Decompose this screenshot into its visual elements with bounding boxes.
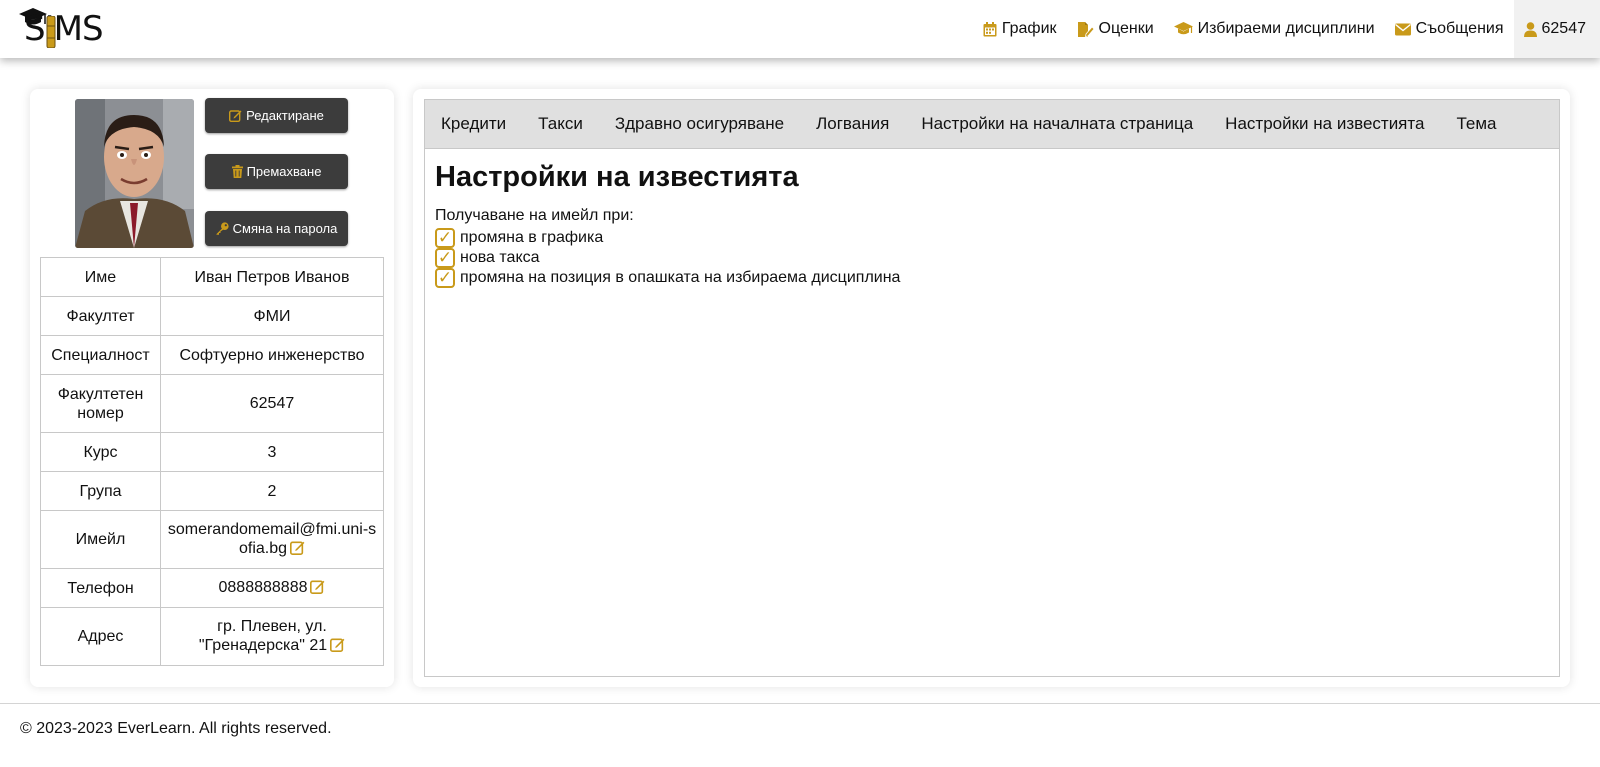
sims-logo[interactable]: SIMS xyxy=(18,6,118,48)
tab-theme[interactable]: Тема xyxy=(1440,100,1512,149)
checkbox-new-fee[interactable]: ✓ xyxy=(435,248,455,268)
phone-value: 0888888888 xyxy=(218,578,308,596)
table-row: Имейл somerandomemail@fmi.uni-sofia.bg xyxy=(40,510,384,569)
settings-card: Кредити Такси Здравно осигуряване Логван… xyxy=(413,89,1570,687)
remove-photo-button[interactable]: Премахване xyxy=(205,154,348,189)
edit-profile-button[interactable]: Редактиране xyxy=(205,98,348,133)
info-key: Специалност xyxy=(40,335,161,375)
tab-logins[interactable]: Логвания xyxy=(800,100,905,149)
option-queue-position: ✓ промяна на позиция в опашката на избир… xyxy=(435,268,1549,288)
table-row: Адрес гр. Плевен, ул. "Гренадерска" 21 xyxy=(40,607,384,666)
info-value: Софтуерно инженерство xyxy=(160,335,384,375)
option-label: промяна на позиция в опашката на избирае… xyxy=(460,269,901,286)
top-navbar: SIMS График Оценки Избираеми дисциплини … xyxy=(0,0,1600,58)
table-row: Факултетен номер 62547 xyxy=(40,374,384,433)
copyright-text: © 2023-2023 EverLearn. All rights reserv… xyxy=(20,720,332,737)
edit-icon xyxy=(229,110,242,122)
info-key: Име xyxy=(40,257,161,297)
logo-text: SIMS xyxy=(24,9,104,49)
info-key: Курс xyxy=(40,432,161,472)
info-value: 62547 xyxy=(160,374,384,433)
calendar-icon xyxy=(983,21,997,36)
nav-electives[interactable]: Избираеми дисциплини xyxy=(1164,0,1385,58)
info-key: Имейл xyxy=(40,510,161,569)
table-row: Телефон 0888888888 xyxy=(40,568,384,608)
info-value: 3 xyxy=(160,432,384,472)
nav-schedule-label: График xyxy=(1001,20,1057,37)
user-icon xyxy=(1523,21,1537,37)
email-value: somerandomemail@fmi.uni-sofia.bg xyxy=(167,520,377,557)
nav-grades[interactable]: Оценки xyxy=(1067,0,1164,58)
trash-icon xyxy=(231,165,243,178)
info-value: Иван Петров Иванов xyxy=(160,257,384,297)
diploma-logo-icon xyxy=(46,16,56,48)
graduation-cap-icon xyxy=(1173,22,1193,35)
info-key: Факултетен номер xyxy=(40,374,161,433)
page-title: Настройки на известията xyxy=(435,161,799,193)
nav-electives-label: Избираеми дисциплини xyxy=(1197,20,1375,37)
tab-notification-settings[interactable]: Настройки на известията xyxy=(1209,100,1440,149)
info-key: Телефон xyxy=(40,568,161,608)
info-value-email: somerandomemail@fmi.uni-sofia.bg xyxy=(160,510,384,569)
info-value-address: гр. Плевен, ул. "Гренадерска" 21 xyxy=(160,607,384,666)
file-edit-icon xyxy=(1077,21,1094,37)
envelope-icon xyxy=(1394,23,1411,35)
page-footer: © 2023-2023 EverLearn. All rights reserv… xyxy=(0,703,1600,767)
avatar-photo-illustration xyxy=(75,99,194,248)
option-new-fee: ✓ нова такса xyxy=(435,248,1549,268)
settings-content: Настройки на известията Получаване на им… xyxy=(425,149,1559,300)
checkbox-schedule-change[interactable]: ✓ xyxy=(435,228,455,248)
table-row: Име Иван Петров Иванов xyxy=(40,257,384,297)
change-password-button[interactable]: Смяна на парола xyxy=(205,211,348,246)
checkbox-queue-position[interactable]: ✓ xyxy=(435,268,455,288)
table-row: Група 2 xyxy=(40,471,384,511)
nav-grades-label: Оценки xyxy=(1098,20,1154,37)
tab-home-settings[interactable]: Настройки на началната страница xyxy=(905,100,1209,149)
edit-profile-label: Редактиране xyxy=(246,108,324,123)
edit-email-icon[interactable] xyxy=(290,540,305,560)
info-key: Факултет xyxy=(40,296,161,336)
email-notification-lead: Получаване на имейл при: xyxy=(435,207,634,224)
student-info-table: Име Иван Петров Иванов Факултет ФМИ Спец… xyxy=(40,257,384,666)
settings-tabs: Кредити Такси Здравно осигуряване Логван… xyxy=(425,100,1559,149)
info-key: Адрес xyxy=(40,607,161,666)
table-row: Факултет ФМИ xyxy=(40,296,384,336)
key-icon xyxy=(216,222,229,235)
info-value: 2 xyxy=(160,471,384,511)
tab-fees[interactable]: Такси xyxy=(522,100,599,149)
nav-profile-label: 62547 xyxy=(1541,20,1587,37)
info-value-phone: 0888888888 xyxy=(160,568,384,608)
tab-health-insurance[interactable]: Здравно осигуряване xyxy=(599,100,800,149)
option-schedule-change: ✓ промяна в графика xyxy=(435,228,1549,248)
table-row: Курс 3 xyxy=(40,432,384,472)
settings-panel: Кредити Такси Здравно осигуряване Логван… xyxy=(424,99,1560,677)
remove-photo-label: Премахване xyxy=(246,164,322,179)
profile-card: Редактиране Премахване Смяна на парола И… xyxy=(30,89,394,687)
option-label: промяна в графика xyxy=(460,229,604,246)
table-row: Специалност Софтуерно инженерство xyxy=(40,335,384,375)
info-key: Група xyxy=(40,471,161,511)
nav-messages[interactable]: Съобщения xyxy=(1385,0,1514,58)
profile-photo xyxy=(75,99,194,248)
info-value: ФМИ xyxy=(160,296,384,336)
edit-phone-icon[interactable] xyxy=(310,579,325,599)
option-label: нова такса xyxy=(460,249,540,266)
main-nav: График Оценки Избираеми дисциплини Съобщ… xyxy=(973,0,1600,58)
address-value: гр. Плевен, ул. "Гренадерска" 21 xyxy=(198,617,328,654)
nav-profile[interactable]: 62547 xyxy=(1513,0,1600,58)
edit-address-icon[interactable] xyxy=(330,637,345,657)
nav-messages-label: Съобщения xyxy=(1415,20,1504,37)
change-password-label: Смяна на парола xyxy=(232,221,338,236)
nav-schedule[interactable]: График xyxy=(973,0,1067,58)
tab-credits[interactable]: Кредити xyxy=(425,100,522,149)
